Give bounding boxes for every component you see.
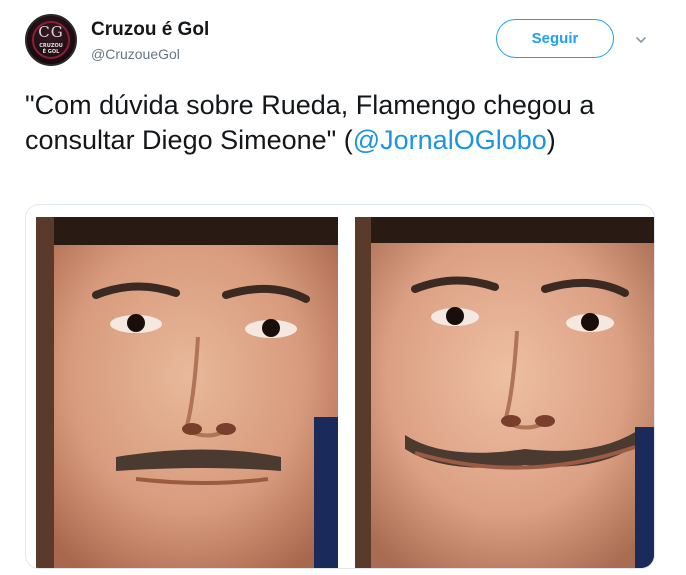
tweet-text-tail: ) xyxy=(546,125,556,155)
avatar-logo-text: CG xyxy=(38,23,64,41)
face-photo-right xyxy=(355,217,654,568)
media-container xyxy=(25,204,655,569)
photo-left[interactable] xyxy=(36,217,338,568)
chevron-down-icon[interactable] xyxy=(634,33,648,47)
avatar-subtext-line2: É GOL xyxy=(42,49,60,55)
follow-button[interactable]: Seguir xyxy=(496,19,614,58)
avatar[interactable]: CG CRUZOU É GOL xyxy=(25,14,77,66)
tweet: CG CRUZOU É GOL Cruzou é Gol @CruzoueGol… xyxy=(0,0,686,575)
display-name[interactable]: Cruzou é Gol xyxy=(91,19,209,41)
face-photo-left xyxy=(36,217,338,568)
photo-right[interactable] xyxy=(355,217,654,568)
mention-link[interactable]: @JornalOGlobo xyxy=(353,125,547,155)
avatar-logo-subtext: CRUZOU É GOL xyxy=(27,43,75,55)
tweet-text: "Com dúvida sobre Rueda, Flamengo chegou… xyxy=(25,88,655,158)
user-handle[interactable]: @CruzoueGol xyxy=(91,46,180,62)
